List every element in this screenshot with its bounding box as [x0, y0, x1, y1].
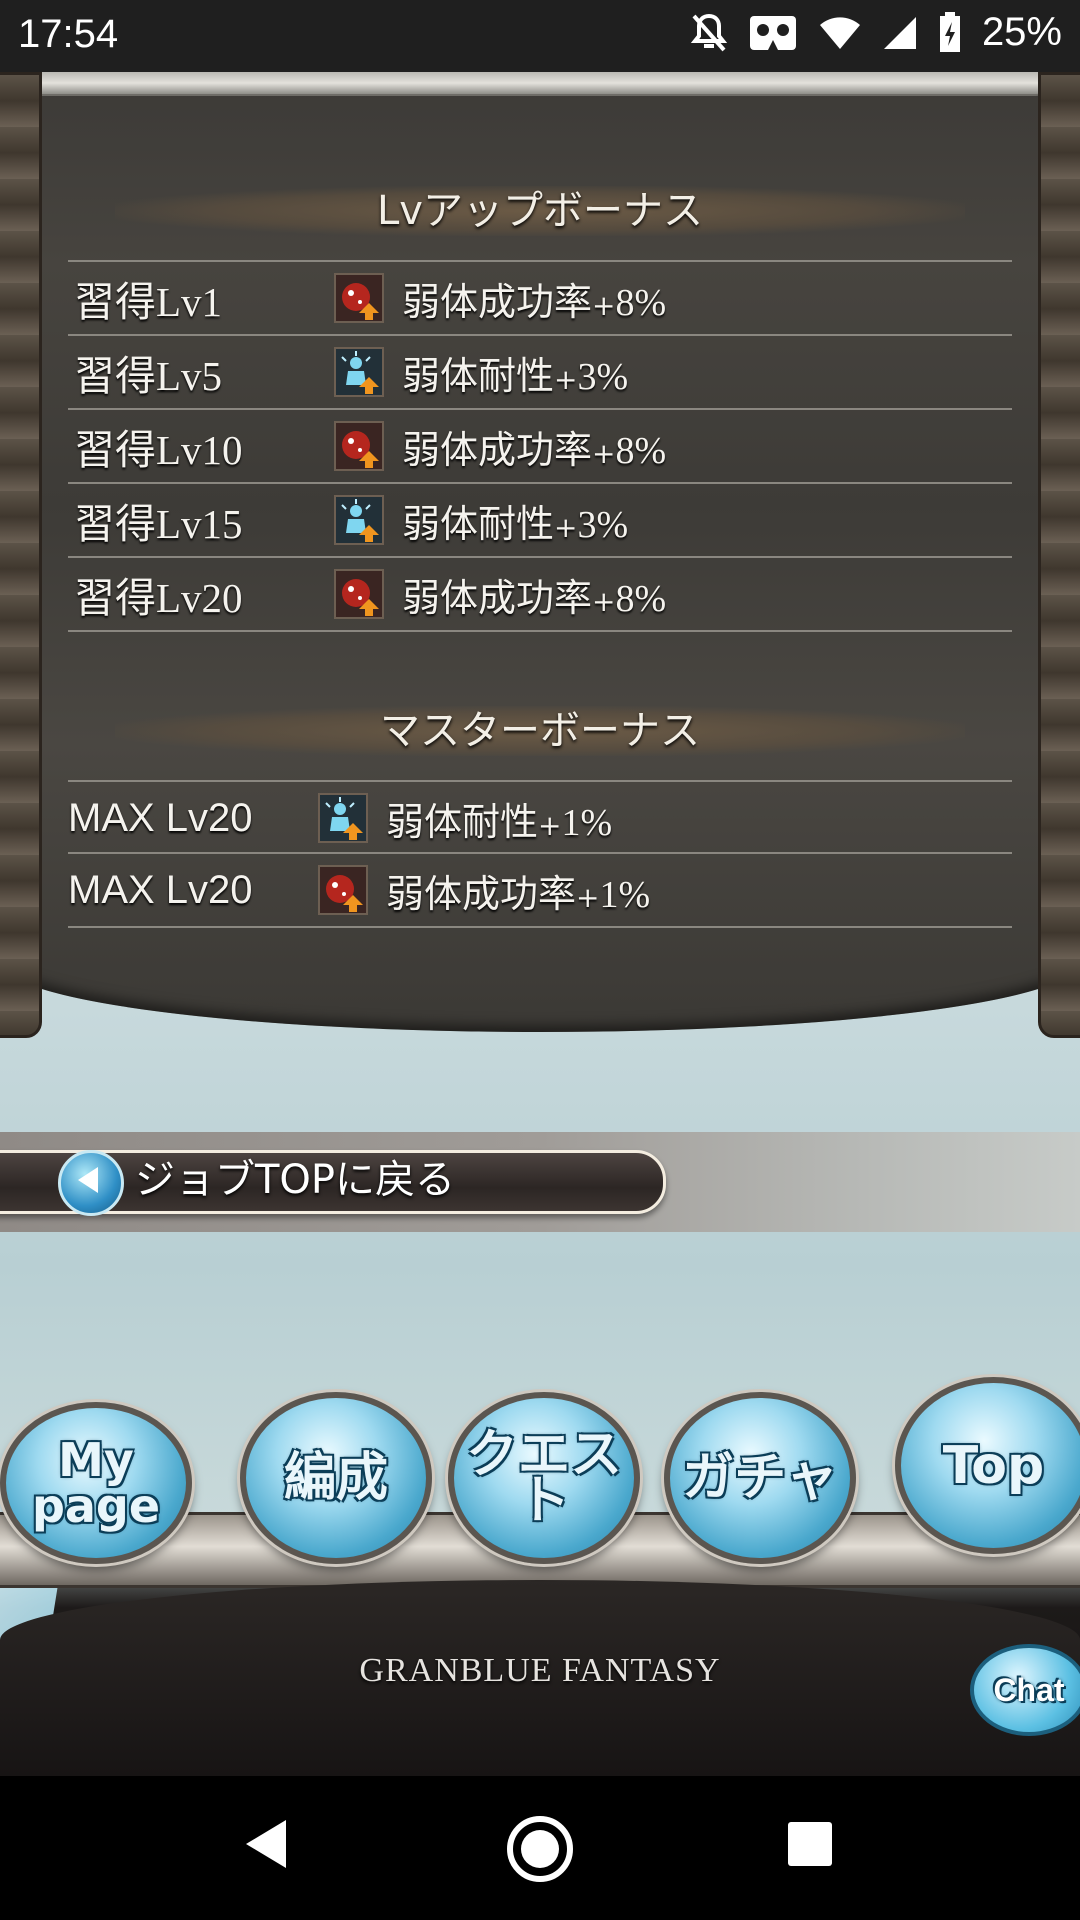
back-button-label[interactable]: ジョブTOPに戻る — [135, 1154, 455, 1206]
bonus-level: MAX Lv20 — [68, 867, 253, 912]
bonus-panel[interactable]: Lvアップボーナス 習得Lv1 弱体成功率+8% 習得Lv5 弱体耐性+3% 習… — [0, 72, 1080, 1038]
bonus-description: 弱体耐性+1% — [386, 791, 612, 846]
bonus-value: 3% — [577, 503, 629, 546]
bonus-description: 弱体成功率+8% — [402, 567, 666, 622]
bonus-description: 弱体耐性+3% — [402, 345, 628, 400]
back-arrow-icon — [78, 1167, 98, 1193]
status-time: 17:54 — [18, 12, 119, 56]
bonus-name: 弱体成功率 — [386, 871, 577, 916]
bonus-name: 弱体耐性 — [386, 799, 539, 844]
nav-gacha-button[interactable]: ガチャ — [664, 1392, 856, 1564]
status-bar: 17:54 25% — [0, 0, 1080, 72]
bonus-plus: + — [576, 880, 600, 914]
debuff-success-icon — [318, 865, 368, 915]
bonus-level: 習得Lv1 — [74, 279, 223, 325]
signal-icon — [882, 15, 918, 51]
bonus-description: 弱体成功率+8% — [402, 419, 666, 474]
chat-button[interactable]: Chat — [970, 1644, 1080, 1736]
master-bonus-row: MAX Lv20 弱体成功率+1% — [68, 852, 1012, 928]
lv-bonus-row: 習得Lv10 弱体成功率+8% — [68, 408, 1012, 482]
bonus-value: 1% — [599, 873, 651, 916]
debuff-success-icon — [334, 421, 384, 471]
bonus-value: 1% — [561, 801, 613, 844]
bonus-value: 8% — [615, 577, 667, 620]
bonus-name: 弱体耐性 — [402, 501, 555, 546]
notifications-off-icon — [690, 12, 728, 54]
vr-icon — [748, 14, 798, 52]
bonus-description: 弱体成功率+8% — [402, 271, 666, 326]
bonus-value: 8% — [615, 429, 667, 472]
bonus-level: MAX Lv20 — [68, 795, 253, 840]
panel-top-rail — [26, 72, 1050, 96]
nav-mypage-line2: page — [31, 1479, 161, 1533]
chat-label: Chat — [993, 1671, 1065, 1708]
bonus-name: 弱体成功率 — [402, 575, 593, 620]
bonus-value: 3% — [577, 355, 629, 398]
battery-charging-icon — [938, 11, 962, 54]
nav-quest-button[interactable]: クエスト — [448, 1392, 640, 1564]
battery-percent: 25% — [981, 10, 1062, 54]
bonus-plus: + — [554, 362, 578, 396]
nav-formation-label: 編成 — [283, 1448, 388, 1508]
bonus-name: 弱体成功率 — [402, 279, 593, 324]
bonus-level: 習得Lv10 — [74, 427, 243, 473]
lv-bonus-row: 習得Lv1 弱体成功率+8% — [68, 260, 1012, 334]
lv-bonus-title: Lvアップボーナス — [115, 186, 965, 236]
debuff-resistance-icon — [334, 495, 384, 545]
nav-mypage-button[interactable]: My page — [0, 1402, 192, 1564]
debuff-success-icon — [334, 273, 384, 323]
panel-left-rail — [0, 72, 42, 1038]
granblue-fantasy-logo: GRANBLUE FANTASY — [359, 1652, 721, 1689]
master-bonus-row: MAX Lv20 弱体耐性+1% — [68, 780, 1012, 854]
bonus-level: 習得Lv15 — [74, 501, 243, 547]
bonus-level: 習得Lv20 — [74, 575, 243, 621]
debuff-success-icon — [334, 569, 384, 619]
bonus-plus: + — [554, 510, 578, 544]
bonus-plus: + — [592, 436, 616, 470]
back-icon[interactable] — [240, 1816, 290, 1876]
system-navigation-bar — [0, 1776, 1080, 1920]
wifi-icon — [818, 15, 862, 51]
debuff-resistance-icon — [318, 793, 368, 843]
nav-top-button[interactable]: Top — [895, 1377, 1080, 1554]
bonus-description: 弱体成功率+1% — [386, 863, 650, 918]
game-area: Lvアップボーナス 習得Lv1 弱体成功率+8% 習得Lv5 弱体耐性+3% 習… — [0, 72, 1080, 1776]
bonus-description: 弱体耐性+3% — [402, 493, 628, 548]
nav-quest-label: クエスト — [465, 1425, 622, 1531]
bonus-value: 8% — [615, 281, 667, 324]
bonus-level: 習得Lv5 — [74, 353, 223, 399]
lv-bonus-row: 習得Lv15 弱体耐性+3% — [68, 482, 1012, 556]
debuff-resistance-icon — [334, 347, 384, 397]
bonus-plus: + — [538, 808, 562, 842]
master-bonus-title: マスターボーナス — [115, 706, 965, 756]
bonus-plus: + — [592, 288, 616, 322]
nav-top-label: Top — [942, 1435, 1045, 1496]
lv-bonus-row: 習得Lv20 弱体成功率+8% — [68, 556, 1012, 632]
bonus-plus: + — [592, 584, 616, 618]
recents-icon[interactable] — [786, 1820, 834, 1872]
bonus-name: 弱体成功率 — [402, 427, 593, 472]
home-icon[interactable] — [505, 1814, 575, 1888]
lv-bonus-row: 習得Lv5 弱体耐性+3% — [68, 334, 1012, 408]
bonus-name: 弱体耐性 — [402, 353, 555, 398]
panel-right-rail — [1038, 72, 1080, 1038]
nav-formation-button[interactable]: 編成 — [240, 1392, 432, 1564]
nav-gacha-label: ガチャ — [682, 1448, 838, 1508]
